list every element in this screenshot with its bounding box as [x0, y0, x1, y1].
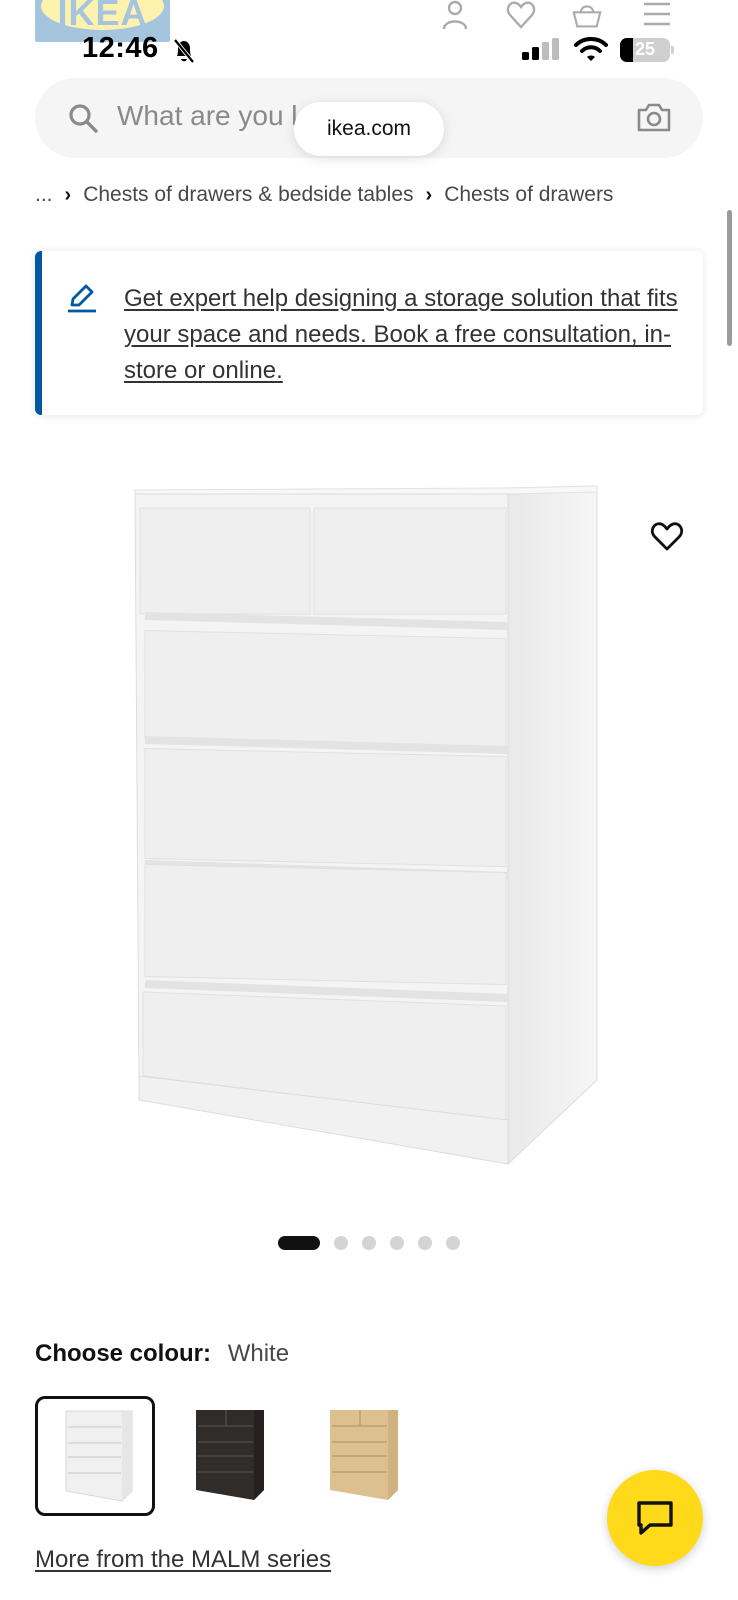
- carousel-dot[interactable]: [418, 1236, 432, 1250]
- banner-accent: [35, 251, 42, 415]
- camera-icon[interactable]: [637, 102, 671, 132]
- logo-text: IKEA: [57, 0, 148, 33]
- expert-help-link[interactable]: Get expert help designing a storage solu…: [124, 281, 684, 389]
- battery-indicator: 25: [620, 38, 674, 62]
- scrollbar-thumb[interactable]: [727, 210, 732, 346]
- breadcrumb: ... › Chests of drawers & bedside tables…: [35, 180, 613, 210]
- search-icon[interactable]: [67, 102, 99, 134]
- colour-swatch-black-brown[interactable]: [168, 1396, 288, 1516]
- signal-icon: [522, 38, 559, 60]
- image-carousel-dots[interactable]: [0, 1234, 738, 1252]
- status-bar: 12:46 25: [0, 30, 738, 74]
- menu-icon[interactable]: [642, 0, 672, 30]
- silent-bell-icon: [173, 38, 195, 64]
- breadcrumb-ellipsis[interactable]: ...: [35, 183, 53, 207]
- favourites-icon[interactable]: [506, 0, 536, 30]
- battery-tip: [671, 46, 674, 54]
- status-time: 12:46: [82, 32, 159, 64]
- swatch-black-brown-image: [196, 1410, 264, 1500]
- add-to-favourites-icon[interactable]: [650, 520, 684, 552]
- carousel-dot[interactable]: [334, 1236, 348, 1250]
- search-input[interactable]: What are you l: [117, 100, 298, 132]
- battery-body: 25: [620, 38, 670, 62]
- colour-swatch-oak[interactable]: [302, 1396, 422, 1516]
- carousel-dot[interactable]: [278, 1236, 320, 1250]
- malm-series-link[interactable]: More from the MALM series: [35, 1546, 331, 1574]
- carousel-dot[interactable]: [390, 1236, 404, 1250]
- swatch-white-image: [65, 1410, 133, 1502]
- pencil-icon: [68, 284, 96, 313]
- chat-icon: [637, 1501, 673, 1535]
- battery-text: 25: [634, 39, 656, 59]
- colour-swatch-white[interactable]: [35, 1396, 155, 1516]
- wifi-icon: [574, 37, 608, 61]
- chat-button[interactable]: [607, 1470, 703, 1566]
- carousel-dot[interactable]: [362, 1236, 376, 1250]
- carousel-dot[interactable]: [446, 1236, 460, 1250]
- colour-label: Choose colour:: [35, 1340, 212, 1367]
- account-icon[interactable]: [440, 0, 470, 30]
- expert-help-banner: Get expert help designing a storage solu…: [35, 251, 703, 415]
- selected-colour: White: [227, 1340, 290, 1367]
- breadcrumb-item-chests-bedside[interactable]: Chests of drawers & bedside tables: [83, 183, 413, 207]
- swatch-oak-image: [330, 1410, 398, 1500]
- browser-url-pill[interactable]: ikea.com: [294, 102, 444, 156]
- breadcrumb-item-chests-of-drawers[interactable]: Chests of drawers: [444, 183, 613, 207]
- basket-icon[interactable]: [572, 0, 602, 30]
- product-image[interactable]: [125, 480, 615, 1170]
- chevron-right-icon: ›: [64, 183, 72, 206]
- chevron-right-icon: ›: [425, 183, 433, 206]
- colour-chooser-header: Choose colour: White: [35, 1340, 289, 1368]
